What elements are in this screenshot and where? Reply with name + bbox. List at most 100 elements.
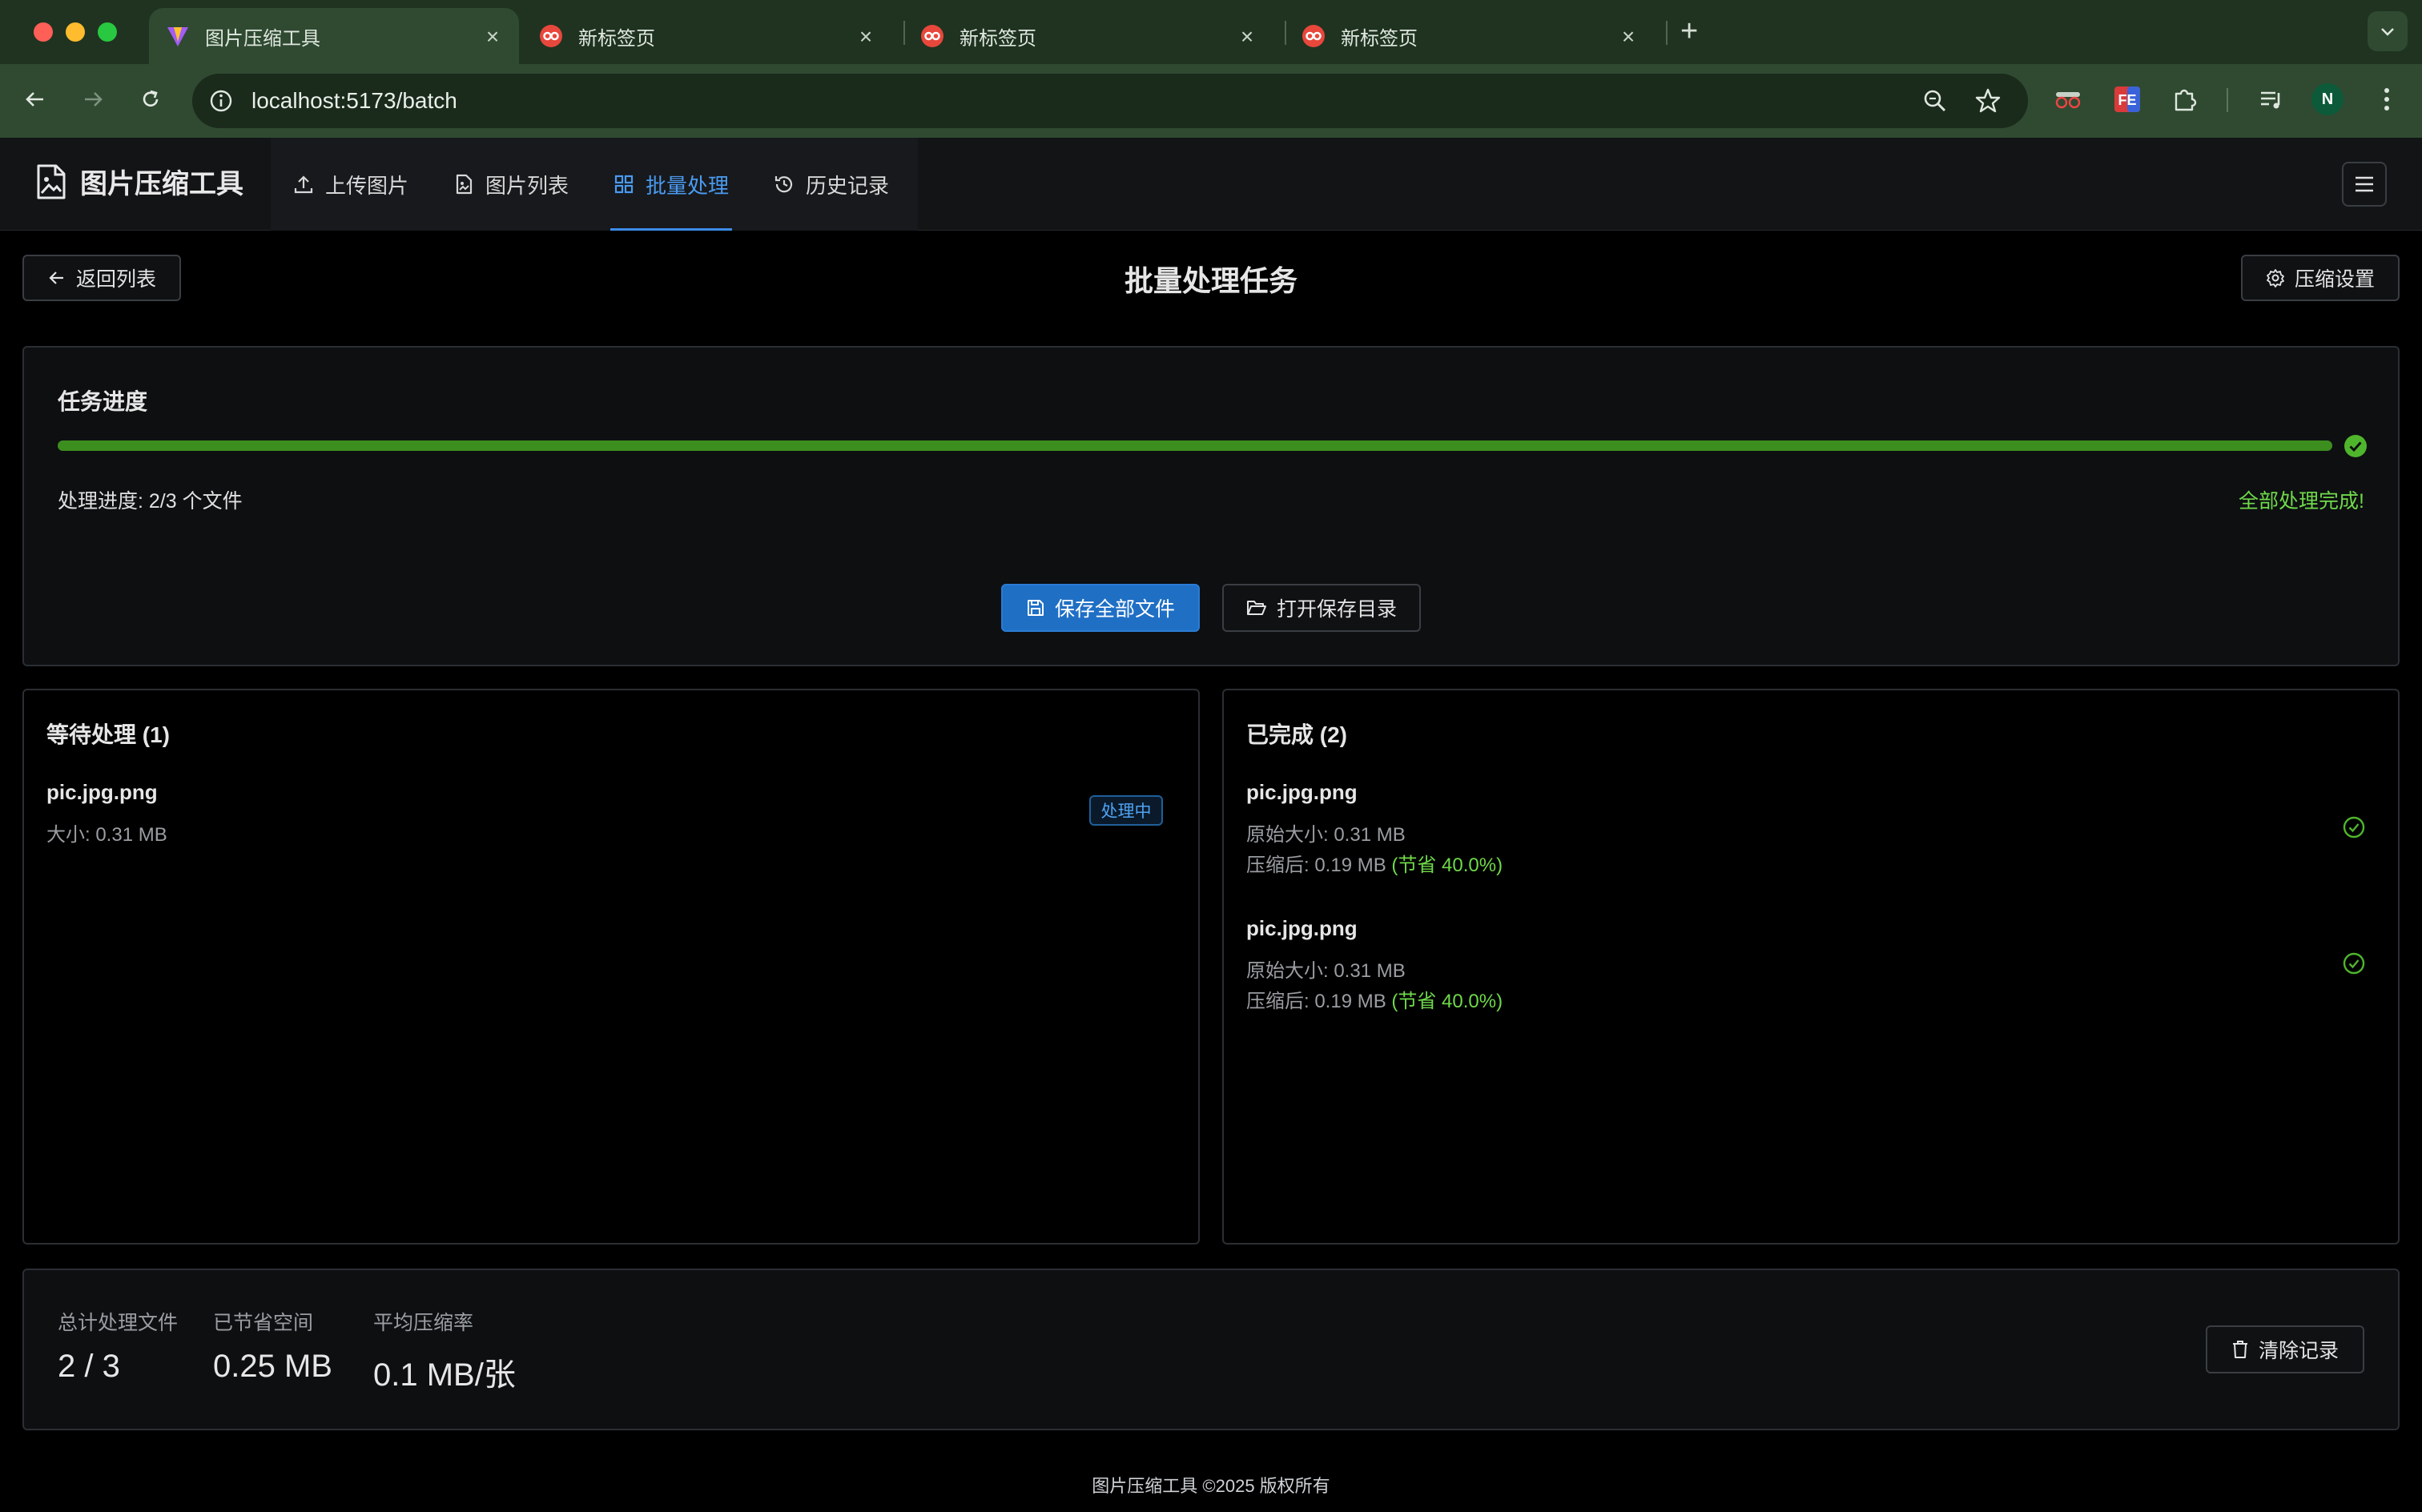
nav-history[interactable]: 历史记录 bbox=[751, 138, 911, 231]
menu-button[interactable] bbox=[2342, 162, 2387, 207]
extensions-puzzle-icon[interactable] bbox=[2167, 82, 2203, 117]
save-all-files-label: 保存全部文件 bbox=[1054, 598, 1175, 621]
close-tab-icon[interactable]: × bbox=[854, 24, 878, 50]
browser-menu-button[interactable] bbox=[2369, 82, 2404, 117]
browser-tab[interactable]: 新标签页 × bbox=[522, 8, 892, 64]
compressed-size-text: 压缩后: 0.19 MB bbox=[1246, 855, 1386, 876]
completed-check-icon bbox=[2343, 816, 2365, 838]
compressed-size-text: 压缩后: 0.19 MB bbox=[1246, 991, 1386, 1012]
tab-separator bbox=[1666, 21, 1668, 45]
hamburger-menu-icon bbox=[2356, 176, 2373, 192]
app-header: 图片压缩工具 上传图片 图片列表 批量处理 历史记录 bbox=[0, 138, 2422, 231]
close-tab-icon[interactable]: × bbox=[1235, 24, 1259, 50]
completed-file-name: pic.jpg.png bbox=[1246, 780, 1358, 804]
progress-bar-fill bbox=[58, 440, 2332, 451]
page-title: 批量处理任务 bbox=[1124, 264, 1298, 297]
completed-file-name: pic.jpg.png bbox=[1246, 916, 1358, 940]
arrow-right-icon bbox=[85, 92, 103, 107]
nav-batch[interactable]: 批量处理 bbox=[591, 138, 751, 231]
saved-space-value: 0.25 MB bbox=[213, 1349, 332, 1384]
site-info-icon[interactable] bbox=[207, 86, 235, 115]
newtab-favicon-icon bbox=[538, 23, 564, 49]
progress-complete-text: 全部处理完成! bbox=[2239, 490, 2364, 513]
browser-chrome: 图片压缩工具 × 新标签页 × 新标签页 × 新标签页 × + localhos… bbox=[0, 0, 2422, 138]
extension-fe-icon[interactable]: FE bbox=[2110, 82, 2145, 117]
zoom-icon[interactable] bbox=[1921, 86, 1949, 115]
nav-batch-label: 批量处理 bbox=[646, 173, 730, 198]
avg-compression-label: 平均压缩率 bbox=[373, 1312, 474, 1334]
open-save-directory-button[interactable]: 打开保存目录 bbox=[1222, 584, 1421, 632]
compression-settings-label: 压缩设置 bbox=[2294, 268, 2375, 291]
avg-compression-value: 0.1 MB/张 bbox=[373, 1357, 516, 1393]
save-icon bbox=[1027, 600, 1044, 616]
vite-favicon-icon bbox=[165, 23, 191, 49]
completed-original-size: 原始大小: 0.31 MB bbox=[1246, 960, 1406, 982]
reload-icon bbox=[143, 90, 159, 107]
media-queue-icon[interactable] bbox=[2254, 82, 2289, 117]
profile-avatar[interactable]: N bbox=[2311, 83, 2344, 115]
brand-logo[interactable]: 图片压缩工具 bbox=[35, 162, 243, 201]
completed-title: 已完成 (2) bbox=[1246, 722, 1348, 747]
progress-title: 任务进度 bbox=[58, 389, 148, 414]
brand-name: 图片压缩工具 bbox=[80, 169, 243, 199]
extension-glasses-icon[interactable] bbox=[2050, 82, 2086, 117]
window-minimize-button[interactable] bbox=[66, 22, 85, 42]
clear-records-button[interactable]: 清除记录 bbox=[2206, 1325, 2364, 1373]
footer-copyright: 图片压缩工具 ©2025 版权所有 bbox=[1092, 1476, 1330, 1496]
forward-button[interactable] bbox=[75, 82, 111, 117]
main-nav: 上传图片 图片列表 批量处理 历史记录 bbox=[271, 138, 918, 231]
pending-file-size: 大小: 0.31 MB bbox=[46, 824, 167, 846]
saving-percent: (节省 40.0%) bbox=[1391, 991, 1503, 1012]
grid-icon bbox=[614, 175, 634, 194]
nav-image-list[interactable]: 图片列表 bbox=[431, 138, 591, 231]
file-image-logo-icon bbox=[37, 164, 66, 199]
tab-strip: 图片压缩工具 × 新标签页 × 新标签页 × 新标签页 × + bbox=[0, 0, 2422, 64]
more-vertical-icon bbox=[2384, 88, 2389, 111]
browser-tab[interactable]: 新标签页 × bbox=[903, 8, 1273, 64]
window-close-button[interactable] bbox=[34, 22, 53, 42]
tab-title: 新标签页 bbox=[578, 27, 655, 50]
open-save-directory-label: 打开保存目录 bbox=[1276, 598, 1397, 621]
tab-title: 新标签页 bbox=[1341, 27, 1418, 50]
new-tab-button[interactable]: + bbox=[1680, 14, 1698, 49]
nav-upload-label: 上传图片 bbox=[325, 173, 409, 198]
back-button[interactable] bbox=[18, 82, 53, 117]
completed-original-size: 原始大小: 0.31 MB bbox=[1246, 824, 1406, 846]
tab-title: 图片压缩工具 bbox=[205, 27, 320, 50]
completed-check-icon bbox=[2343, 952, 2365, 975]
reload-button[interactable] bbox=[133, 82, 168, 117]
clear-records-label: 清除记录 bbox=[2258, 1340, 2339, 1362]
processing-badge: 处理中 bbox=[1089, 795, 1163, 826]
saved-space-label: 已节省空间 bbox=[213, 1312, 314, 1334]
completed-compressed-size: 压缩后: 0.19 MB (节省 40.0%) bbox=[1246, 849, 1503, 877]
saving-percent: (节省 40.0%) bbox=[1391, 855, 1503, 876]
svg-text:FE: FE bbox=[2118, 92, 2136, 108]
tab-search-button[interactable] bbox=[2368, 11, 2408, 51]
trash-icon bbox=[2232, 1341, 2247, 1358]
address-bar[interactable]: localhost:5173/batch bbox=[192, 74, 2028, 128]
save-all-files-button[interactable]: 保存全部文件 bbox=[1001, 584, 1200, 632]
bookmark-star-icon[interactable] bbox=[1973, 86, 2002, 115]
pending-card bbox=[22, 689, 1200, 1245]
browser-tab-active[interactable]: 图片压缩工具 × bbox=[149, 8, 519, 64]
nav-history-label: 历史记录 bbox=[806, 173, 890, 198]
close-tab-icon[interactable]: × bbox=[1616, 24, 1640, 50]
progress-complete-check-icon bbox=[2344, 435, 2367, 457]
browser-toolbar: localhost:5173/batch FE N bbox=[0, 64, 2422, 138]
browser-tab[interactable]: 新标签页 × bbox=[1285, 8, 1655, 64]
gear-icon bbox=[2267, 269, 2284, 288]
arrow-left-icon bbox=[26, 92, 43, 107]
nav-upload[interactable]: 上传图片 bbox=[271, 138, 431, 231]
history-icon bbox=[774, 176, 793, 193]
progress-bar bbox=[58, 440, 2332, 451]
url-text[interactable]: localhost:5173/batch bbox=[251, 88, 457, 114]
total-files-value: 2 / 3 bbox=[58, 1349, 120, 1384]
upload-icon bbox=[294, 175, 313, 194]
close-tab-icon[interactable]: × bbox=[481, 24, 505, 50]
total-files-label: 总计处理文件 bbox=[58, 1312, 179, 1334]
tab-title: 新标签页 bbox=[960, 27, 1036, 50]
compression-settings-button[interactable]: 压缩设置 bbox=[2241, 255, 2400, 301]
window-maximize-button[interactable] bbox=[98, 22, 117, 42]
progress-status-text: 处理进度: 2/3 个文件 bbox=[58, 490, 243, 513]
chevron-down-icon bbox=[2381, 28, 2394, 36]
